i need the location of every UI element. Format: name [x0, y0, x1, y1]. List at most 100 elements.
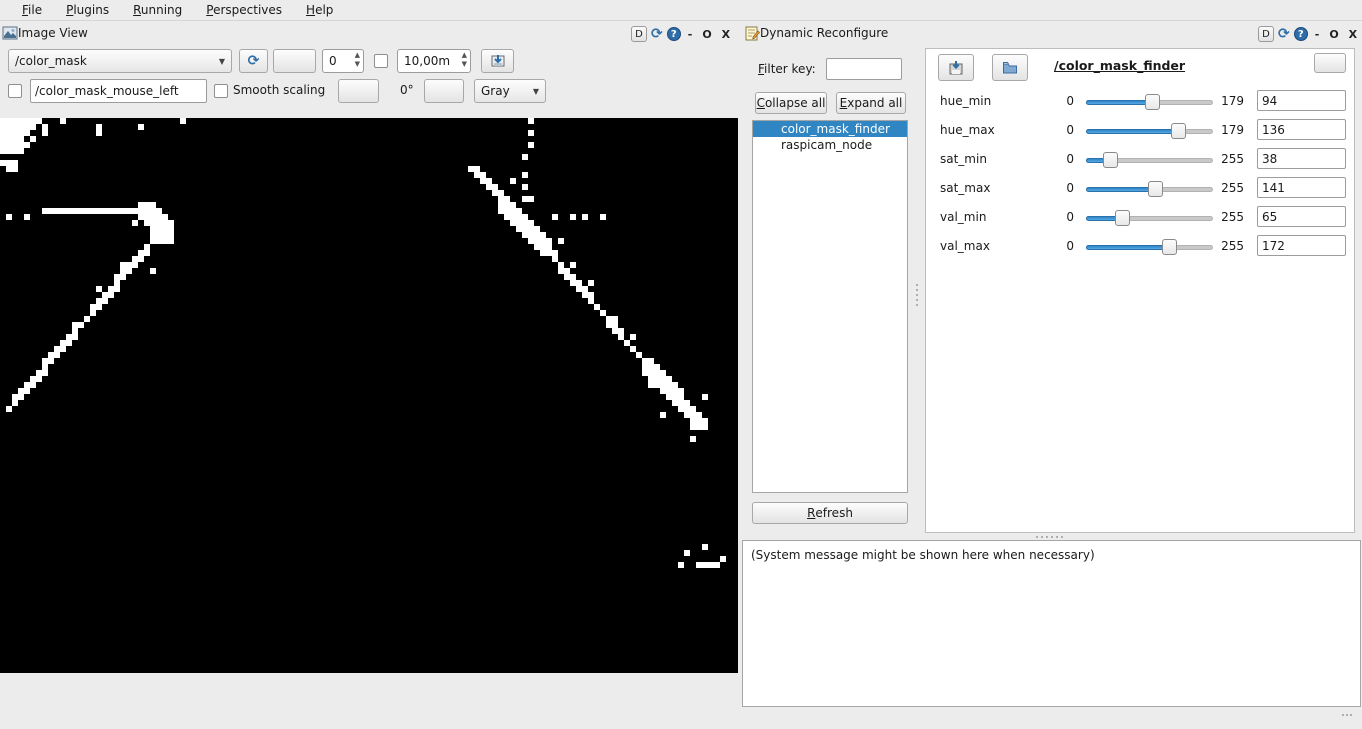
menu-item-help[interactable]: Help: [294, 1, 345, 20]
refresh-topics-button[interactable]: ⟳: [239, 49, 268, 73]
slider-handle[interactable]: [1162, 239, 1177, 255]
dynamic-range-checkbox[interactable]: [374, 54, 388, 68]
close-button[interactable]: X: [1346, 28, 1360, 41]
system-message-text: (System message might be shown here when…: [751, 548, 1095, 562]
image-view-titlebar: Image View D ⟳ ? - O X: [0, 22, 740, 46]
slider-fill: [1086, 100, 1152, 105]
blank-button[interactable]: [338, 79, 379, 103]
image-view-icon: [2, 25, 18, 44]
menu-bar: FilePluginsRunningPerspectivesHelp: [0, 0, 1362, 21]
collapse-all-button[interactable]: Collapse all: [755, 92, 827, 114]
minimize-button[interactable]: -: [685, 28, 696, 41]
smooth-scaling-checkbox[interactable]: [214, 84, 228, 98]
param-slider[interactable]: [1086, 181, 1213, 197]
dock-button[interactable]: D: [631, 26, 647, 42]
reload-plugin-icon[interactable]: ⟳: [1278, 26, 1290, 42]
maximize-button[interactable]: O: [699, 28, 714, 41]
param-value-input[interactable]: [1257, 235, 1346, 256]
image-view-panel: Image View D ⟳ ? - O X /color_mask ▼ ⟳ 0…: [0, 22, 740, 729]
slider-handle[interactable]: [1171, 123, 1186, 139]
colormap-value: Gray: [481, 84, 510, 98]
image-view-title: Image View: [18, 26, 88, 40]
param-max: 179: [1214, 94, 1244, 108]
refresh-nodes-button[interactable]: Refresh: [752, 502, 908, 524]
dynamic-reconfigure-titlebar: Dynamic Reconfigure D ⟳ ? - O X: [742, 22, 1362, 46]
save-config-button[interactable]: [938, 54, 974, 81]
selected-node-title: /color_mask_finder: [1054, 58, 1185, 73]
param-name: sat_min: [940, 152, 987, 166]
param-slider[interactable]: [1086, 239, 1213, 255]
colormap-combobox[interactable]: Gray ▼: [474, 79, 546, 103]
param-row-sat_max: sat_max 0 255: [926, 174, 1354, 203]
max-range-spinbox[interactable]: 10,00m ▲▼: [397, 49, 471, 73]
frame-skip-spinbox[interactable]: 0 ▲▼: [322, 49, 364, 73]
close-button[interactable]: X: [719, 28, 733, 41]
smooth-scaling-label: Smooth scaling: [233, 83, 325, 97]
load-config-button[interactable]: [992, 54, 1028, 81]
param-value-input[interactable]: [1257, 206, 1346, 227]
maximize-button[interactable]: O: [1326, 28, 1341, 41]
slider-handle[interactable]: [1103, 152, 1118, 168]
param-max: 179: [1214, 123, 1244, 137]
menu-item-file[interactable]: File: [10, 1, 54, 20]
slider-handle[interactable]: [1145, 94, 1160, 110]
param-row-val_max: val_max0255: [926, 232, 1354, 261]
publish-mouse-checkbox[interactable]: [8, 84, 22, 98]
slider-handle[interactable]: [1115, 210, 1130, 226]
blank-button[interactable]: [1314, 53, 1346, 73]
menu-item-plugins[interactable]: Plugins: [54, 1, 121, 20]
parameter-panel: /color_mask_finder hue_min0179hue_max017…: [925, 48, 1355, 533]
param-min: 0: [1044, 181, 1074, 195]
filter-key-input[interactable]: [826, 58, 902, 80]
param-slider[interactable]: [1086, 94, 1213, 110]
filter-key-label: Filter key:: [758, 62, 816, 76]
save-image-button[interactable]: [481, 49, 514, 73]
mouse-topic-input[interactable]: [30, 79, 207, 103]
menu-item-running[interactable]: Running: [121, 1, 194, 20]
param-name: hue_max: [940, 123, 995, 137]
help-icon[interactable]: ?: [667, 27, 681, 41]
blank-button[interactable]: [273, 49, 316, 73]
param-slider[interactable]: [1086, 123, 1213, 139]
camera-mask-image[interactable]: [0, 118, 738, 673]
dock-button[interactable]: D: [1258, 26, 1274, 42]
param-min: 0: [1044, 152, 1074, 166]
param-slider[interactable]: [1086, 210, 1213, 226]
spinbox-arrows-icon[interactable]: ▲▼: [462, 51, 467, 69]
param-slider[interactable]: [1086, 152, 1213, 168]
param-value-input[interactable]: [1257, 177, 1346, 198]
tree-item-color_mask_finder[interactable]: color_mask_finder: [753, 121, 907, 137]
save-config-icon: [948, 60, 964, 76]
param-value-input[interactable]: [1257, 119, 1346, 140]
param-value-input[interactable]: [1257, 90, 1346, 111]
rotation-label: 0°: [400, 83, 414, 97]
tree-item-raspicam_node[interactable]: raspicam_node: [753, 137, 907, 153]
node-tree[interactable]: color_mask_finderraspicam_node: [752, 120, 908, 493]
spinbox-arrows-icon[interactable]: ▲▼: [355, 51, 360, 69]
folder-open-icon: [1002, 60, 1018, 76]
slider-fill: [1086, 245, 1170, 250]
system-message-box[interactable]: (System message might be shown here when…: [742, 540, 1361, 707]
param-min: 0: [1044, 239, 1074, 253]
topic-combobox[interactable]: /color_mask ▼: [8, 49, 232, 73]
minimize-button[interactable]: -: [1312, 28, 1323, 41]
param-min: 0: [1044, 210, 1074, 224]
param-row-hue_max: hue_max0179: [926, 116, 1354, 145]
param-row-hue_min: hue_min0179: [926, 87, 1354, 116]
reload-plugin-icon[interactable]: ⟳: [651, 26, 663, 42]
slider-handle[interactable]: [1148, 181, 1163, 197]
blank-button[interactable]: [424, 79, 464, 103]
help-icon[interactable]: ?: [1294, 27, 1308, 41]
param-value-input[interactable]: [1257, 148, 1346, 169]
param-max: 255: [1214, 181, 1244, 195]
slider-fill: [1086, 216, 1118, 221]
horizontal-splitter[interactable]: [1036, 536, 1063, 538]
chevron-down-icon: ▼: [219, 57, 225, 66]
param-name: sat_max: [940, 181, 990, 195]
parameter-rows: hue_min0179hue_max0179sat_min0255sat_max…: [926, 87, 1354, 261]
vertical-splitter[interactable]: [912, 48, 924, 529]
resize-grip[interactable]: [1342, 714, 1352, 716]
param-max: 255: [1214, 239, 1244, 253]
menu-item-perspectives[interactable]: Perspectives: [194, 1, 294, 20]
expand-all-button[interactable]: Expand all: [836, 92, 906, 114]
